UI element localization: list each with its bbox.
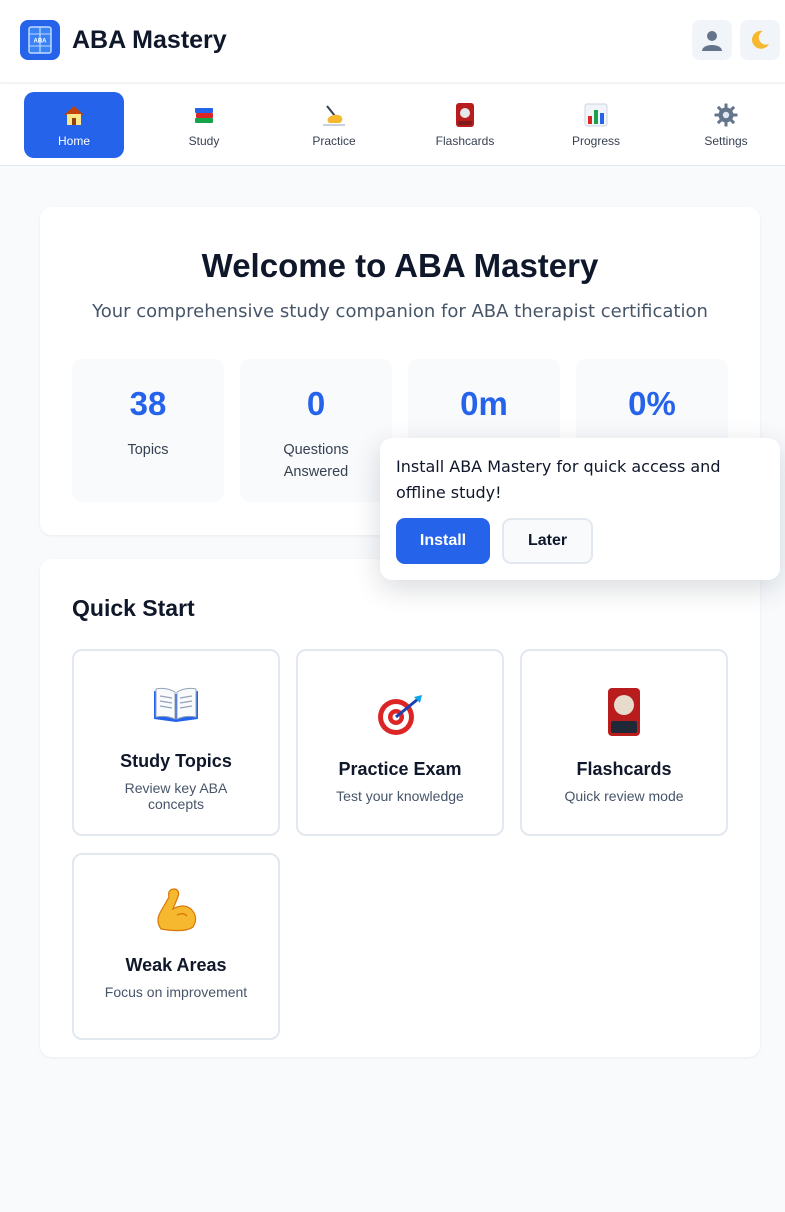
- writing-hand-icon: [321, 102, 347, 128]
- nav-item-label: Progress: [571, 134, 621, 148]
- logo-text: ABA: [34, 39, 48, 45]
- install-prompt: Install ABA Mastery for quick access and…: [380, 438, 780, 580]
- house-icon: [62, 102, 86, 128]
- book-logo-icon[interactable]: ABA: [20, 20, 60, 60]
- gear-icon: [714, 102, 738, 128]
- app-title: ABA Mastery: [72, 26, 227, 54]
- quick-start-practice-exam[interactable]: Practice Exam Test your knowledge: [296, 649, 504, 836]
- quick-start-title: Quick Start: [72, 595, 195, 621]
- theme-toggle-button[interactable]: [740, 20, 780, 60]
- flashcard-icon: [455, 102, 475, 128]
- stat-label: Questions Answered: [283, 442, 349, 480]
- nav-item-label: Settings: [704, 134, 748, 148]
- stat-value: 38: [129, 385, 167, 422]
- main-nav: Home Study Practice Flashcards Progress …: [0, 84, 785, 166]
- quick-start-card-description: Focus on improvement: [104, 984, 248, 1000]
- user-silhouette-icon: [702, 31, 722, 51]
- flexed-biceps-icon: [74, 885, 278, 935]
- quick-start-card-description: Quick review mode: [564, 788, 684, 804]
- quick-start-card-title: Weak Areas: [125, 955, 227, 975]
- target-icon: [298, 693, 502, 737]
- nav-item-label: Practice: [312, 134, 356, 148]
- quick-start-study-topics[interactable]: Study Topics Review key ABA concepts: [72, 649, 280, 836]
- later-button[interactable]: Later: [502, 518, 593, 564]
- quick-start-card-description: Review key ABA concepts: [124, 780, 228, 812]
- quick-start-card-title: Study Topics: [120, 751, 232, 771]
- open-book-icon: [74, 685, 278, 725]
- quick-start-flashcards[interactable]: Flashcards Quick review mode: [520, 649, 728, 836]
- crescent-moon-icon: [752, 30, 769, 49]
- install-message: Install ABA Mastery for quick access and…: [396, 457, 721, 502]
- bar-chart-icon: [584, 102, 608, 128]
- nav-item-label: Home: [57, 134, 90, 148]
- nav-item-label: Study: [188, 134, 220, 148]
- stat-label: Topics: [127, 442, 169, 458]
- quick-start-card-title: Flashcards: [576, 759, 672, 779]
- welcome-title: Welcome to ABA Mastery: [201, 247, 599, 284]
- quick-start-weak-areas[interactable]: Weak Areas Focus on improvement: [72, 853, 280, 1040]
- nav-item-practice[interactable]: Practice: [284, 92, 384, 158]
- nav-item-settings[interactable]: Settings: [676, 92, 776, 158]
- install-button[interactable]: Install: [396, 518, 490, 564]
- nav-item-flashcards[interactable]: Flashcards: [415, 92, 515, 158]
- welcome-subtitle: Your comprehensive study companion for A…: [92, 301, 708, 322]
- nav-item-progress[interactable]: Progress: [546, 92, 646, 158]
- quick-start-card-title: Practice Exam: [338, 759, 462, 779]
- stat-topics: 38 Topics: [72, 359, 224, 502]
- nav-item-study[interactable]: Study: [154, 92, 254, 158]
- stat-value: 0: [306, 385, 326, 422]
- quick-start-card-description: Test your knowledge: [336, 788, 464, 804]
- stat-questions-answered: 0 Questions Answered: [240, 359, 392, 502]
- app-header: ABA ABA Mastery: [0, 0, 785, 82]
- nav-item-label: Flashcards: [435, 134, 495, 148]
- user-profile-button[interactable]: [692, 20, 732, 60]
- nav-item-home[interactable]: Home: [24, 92, 124, 158]
- flashcard-icon: [522, 687, 726, 737]
- books-icon: [192, 102, 216, 128]
- quick-start-section: Quick Start Study Topics Review key ABA …: [40, 559, 760, 1057]
- stat-value: 0%: [628, 385, 676, 422]
- stat-value: 0m: [460, 385, 508, 422]
